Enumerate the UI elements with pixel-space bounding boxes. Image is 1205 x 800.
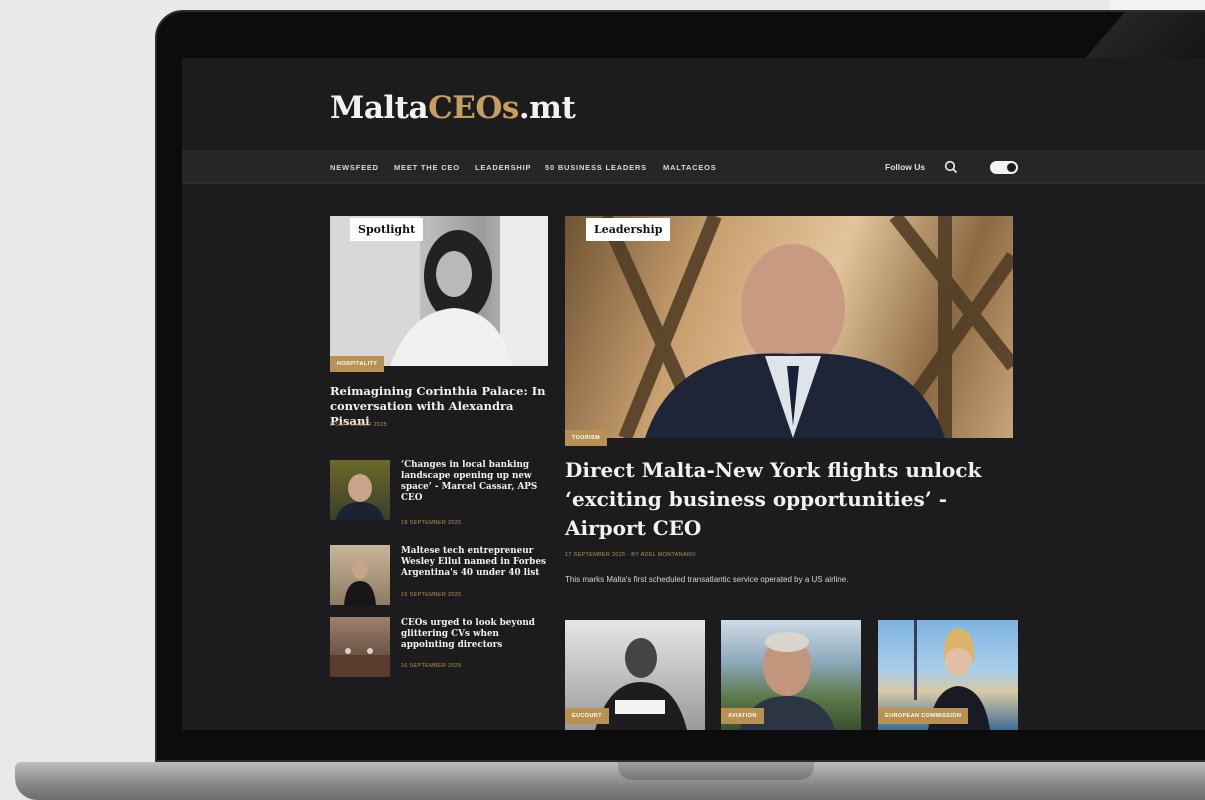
- lead-summary: This marks Malta's first scheduled trans…: [565, 575, 849, 584]
- lead-meta: 17 SEPTEMBER 2025 · BY ADEL MONTANARO: [565, 552, 696, 558]
- site-logo[interactable]: MaltaCEOs.mt: [330, 90, 576, 126]
- article-date-1: 19 SEPTEMBER 2025: [401, 520, 462, 526]
- logo-text-main: Malta: [330, 90, 429, 126]
- follow-us-link[interactable]: Follow Us: [885, 162, 925, 172]
- main-nav: NEWSFEED MEET THE CEO LEADERSHIP 50 BUSI…: [182, 150, 1205, 184]
- nav-item-newsfeed[interactable]: NEWSFEED: [330, 163, 379, 172]
- laptop-notch: [618, 762, 814, 780]
- nav-item-leadership[interactable]: LEADERSHIP: [475, 163, 531, 172]
- lead-tag: Leadership: [586, 218, 671, 241]
- lead-article-image[interactable]: [565, 216, 1013, 438]
- nav-item-meet-the-ceo[interactable]: MEET THE CEO: [394, 163, 460, 172]
- article-date-3: 16 SEPTEMBER 2025: [401, 663, 462, 669]
- article-title-3[interactable]: CEOs urged to look beyond glittering CVs…: [401, 618, 551, 651]
- spotlight-date: 9 SEPTEMBER 2025: [330, 422, 388, 428]
- lead-title[interactable]: Direct Malta-New York flights unlock ‘ex…: [565, 456, 1005, 543]
- article-thumbnail-2[interactable]: [330, 545, 390, 605]
- spotlight-category[interactable]: HOSPITALITY: [330, 356, 385, 372]
- logo-text-accent: CEOs: [428, 90, 519, 126]
- laptop-base: [15, 762, 1205, 800]
- article-thumbnail-1[interactable]: [330, 460, 390, 520]
- nav-item-maltaceos[interactable]: MALTACEOS: [663, 163, 717, 172]
- article-thumbnail-3[interactable]: [330, 617, 390, 677]
- bottom-card-category-1[interactable]: EUCOURT: [565, 708, 609, 724]
- spotlight-tag: Spotlight: [350, 218, 424, 241]
- logo-text-suffix: .mt: [518, 90, 576, 126]
- nav-item-50-business-leaders[interactable]: 50 BUSINESS LEADERS: [545, 163, 647, 172]
- search-icon[interactable]: [944, 160, 958, 174]
- bottom-card-category-3[interactable]: EUROPEAN COMMISSION: [878, 708, 969, 724]
- article-title-1[interactable]: ‘Changes in local banking landscape open…: [401, 460, 551, 504]
- article-title-2[interactable]: Maltese tech entrepreneur Wesley Ellul n…: [401, 546, 551, 579]
- laptop-screen: MaltaCEOs.mt NEWSFEED MEET THE CEO LEADE…: [182, 58, 1205, 730]
- lead-category[interactable]: TOURISM: [565, 430, 608, 446]
- article-date-2: 15 SEPTEMBER 2025: [401, 592, 462, 598]
- lead-portrait: [598, 216, 1013, 438]
- theme-toggle[interactable]: [990, 161, 1018, 174]
- bottom-card-category-2[interactable]: AVIATION: [721, 708, 764, 724]
